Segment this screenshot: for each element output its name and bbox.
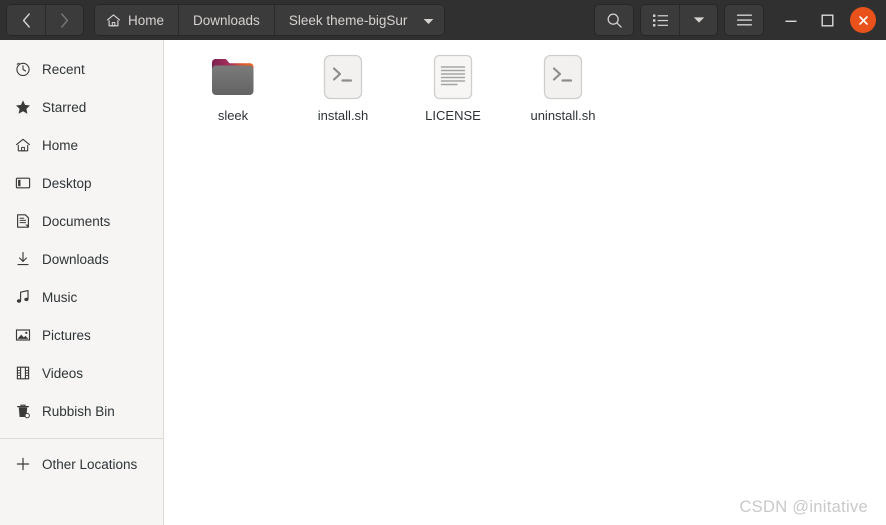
file-grid: sleek install.sh LICENSE uninstall.sh	[178, 48, 886, 123]
watermark: CSDN @initative	[739, 498, 868, 516]
folder-icon	[209, 52, 257, 102]
window-controls	[778, 7, 880, 33]
header-bar: Home Downloads Sleek theme-bigSur	[0, 0, 886, 40]
chevron-left-icon	[22, 12, 30, 28]
home-icon	[14, 137, 31, 154]
breadcrumb-item-downloads[interactable]: Downloads	[178, 5, 274, 35]
sidebar: Recent Starred Home Desktop Documents Do…	[0, 40, 164, 525]
file-grid-area[interactable]: sleek install.sh LICENSE uninstall.sh CS…	[164, 40, 886, 525]
window-body: Recent Starred Home Desktop Documents Do…	[0, 40, 886, 525]
sidebar-item-label: Pictures	[42, 327, 91, 343]
navigation-button-group	[6, 4, 84, 36]
file-manager-window: Home Downloads Sleek theme-bigSur Recent…	[0, 0, 886, 525]
desktop-icon	[14, 175, 31, 192]
sidebar-separator	[0, 438, 163, 439]
close-button[interactable]	[850, 7, 876, 33]
search-button-group	[594, 4, 634, 36]
documents-icon	[14, 213, 31, 230]
sidebar-item-label: Music	[42, 289, 78, 305]
breadcrumb-item-current[interactable]: Sleek theme-bigSur	[273, 5, 445, 35]
sidebar-item-pictures[interactable]: Pictures	[0, 316, 163, 354]
file-item-sleek[interactable]: sleek	[178, 48, 288, 123]
minimize-icon	[785, 20, 797, 22]
clock-icon	[14, 61, 31, 78]
sidebar-item-starred[interactable]: Starred	[0, 88, 163, 126]
view-list-button[interactable]	[641, 5, 679, 35]
breadcrumb-label: Downloads	[193, 12, 260, 28]
sidebar-item-label: Starred	[42, 99, 87, 115]
breadcrumb-item-home[interactable]: Home	[95, 5, 179, 35]
search-button[interactable]	[595, 5, 633, 35]
plus-icon	[14, 456, 31, 473]
file-name: sleek	[217, 108, 249, 123]
view-button-group	[640, 4, 718, 36]
close-icon	[858, 15, 868, 25]
music-note-icon	[14, 289, 31, 306]
view-options-button[interactable]	[679, 5, 717, 35]
sidebar-item-documents[interactable]: Documents	[0, 202, 163, 240]
file-item-uninstall-sh[interactable]: uninstall.sh	[508, 48, 618, 123]
caret-down-icon[interactable]	[423, 13, 434, 28]
sidebar-item-label: Home	[42, 137, 79, 153]
file-item-license[interactable]: LICENSE	[398, 48, 508, 123]
file-item-install-sh[interactable]: install.sh	[288, 48, 398, 123]
menu-button-group	[724, 4, 764, 36]
file-name: uninstall.sh	[530, 108, 596, 123]
hamburger-icon	[736, 14, 752, 26]
sidebar-item-other-locations[interactable]: Other Locations	[0, 445, 163, 483]
terminal-script-icon	[539, 52, 587, 102]
list-view-icon	[652, 14, 668, 26]
sidebar-item-downloads[interactable]: Downloads	[0, 240, 163, 278]
back-button[interactable]	[7, 5, 45, 35]
sidebar-item-desktop[interactable]: Desktop	[0, 164, 163, 202]
file-name: install.sh	[317, 108, 369, 123]
sidebar-item-label: Videos	[42, 365, 84, 381]
sidebar-item-label: Downloads	[42, 251, 109, 267]
maximize-button[interactable]	[814, 7, 840, 33]
minimize-button[interactable]	[778, 7, 804, 33]
sidebar-item-music[interactable]: Music	[0, 278, 163, 316]
star-icon	[14, 99, 31, 116]
chevron-right-icon	[61, 12, 69, 28]
sidebar-item-label: Rubbish Bin	[42, 403, 115, 419]
breadcrumb: Home Downloads Sleek theme-bigSur	[94, 4, 446, 36]
sidebar-item-label: Desktop	[42, 175, 92, 191]
sidebar-item-label: Recent	[42, 61, 85, 77]
maximize-icon	[821, 14, 834, 27]
forward-button[interactable]	[45, 5, 83, 35]
breadcrumb-label: Home	[128, 12, 165, 28]
search-icon	[607, 13, 622, 28]
breadcrumb-label: Sleek theme-bigSur	[288, 12, 408, 28]
trash-icon	[14, 403, 31, 420]
sidebar-item-home[interactable]: Home	[0, 126, 163, 164]
picture-icon	[14, 327, 31, 344]
file-name: LICENSE	[425, 108, 481, 123]
home-icon	[106, 13, 121, 26]
sidebar-item-videos[interactable]: Videos	[0, 354, 163, 392]
film-icon	[14, 365, 31, 382]
text-document-icon	[429, 52, 477, 102]
caret-down-icon	[693, 17, 704, 23]
sidebar-item-label: Other Locations	[42, 456, 138, 472]
terminal-script-icon	[319, 52, 367, 102]
sidebar-item-recent[interactable]: Recent	[0, 50, 163, 88]
sidebar-item-label: Documents	[42, 213, 111, 229]
main-menu-button[interactable]	[725, 5, 763, 35]
download-icon	[14, 251, 31, 268]
sidebar-item-rubbish-bin[interactable]: Rubbish Bin	[0, 392, 163, 430]
